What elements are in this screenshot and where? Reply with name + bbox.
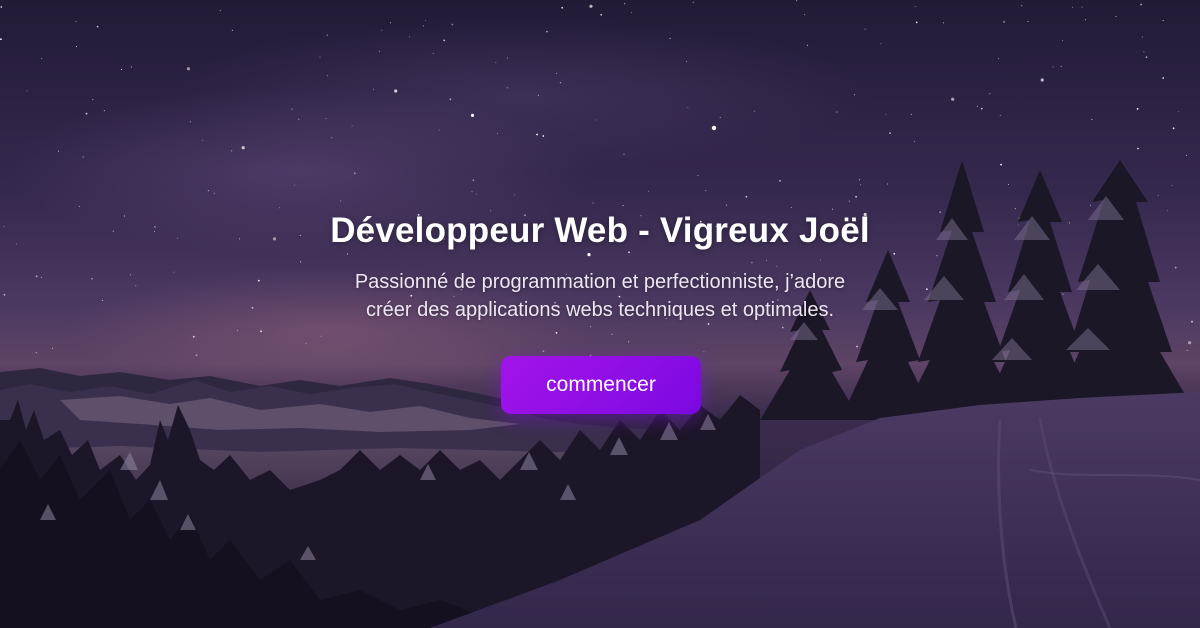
hero-content: Développeur Web - Vigreux Joël Passionné… (0, 0, 1200, 628)
hero-section: Développeur Web - Vigreux Joël Passionné… (0, 0, 1200, 628)
hero-title: Développeur Web - Vigreux Joël (330, 211, 870, 250)
commencer-button[interactable]: commencer (501, 356, 701, 414)
hero-subtitle: Passionné de programmation et perfection… (0, 268, 1200, 324)
hero-subtitle-line-1: Passionné de programmation et perfection… (354, 271, 846, 293)
hero-subtitle-line-2: créer des applications webs techniques e… (365, 299, 835, 321)
